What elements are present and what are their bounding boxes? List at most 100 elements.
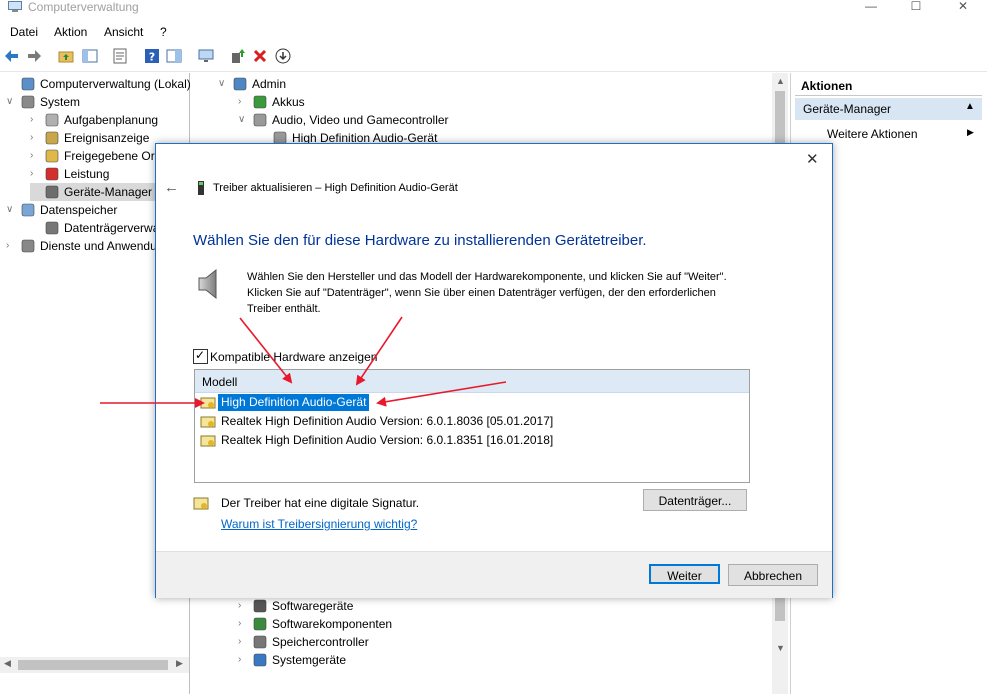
dialog-close-icon[interactable]: ✕ [806,150,819,168]
tree-item-label: Akkus [272,95,305,109]
tree-item-label: Aufgabenplanung [64,113,159,127]
expand-down-icon[interactable]: ∨ [6,204,13,215]
tree-item-label: Datenspeicher [40,203,118,217]
checkmark-icon: ✓ [195,348,206,362]
compatible-hardware-label[interactable]: Kompatible Hardware anzeigen [210,350,377,364]
expand-right-icon[interactable]: › [238,600,241,611]
scroll-up-icon[interactable]: ▲ [776,76,785,86]
model-list-item[interactable]: Realtek High Definition Audio Version: 6… [200,432,740,450]
tree-item[interactable]: › Systemgeräte [238,651,346,669]
model-list-item-label: High Definition Audio-Gerät [216,393,371,412]
toolbar: ? [0,43,987,72]
tree-item-label: Leistung [64,167,110,181]
tree-item[interactable]: Geräte-Manager [30,183,157,201]
expand-right-icon[interactable]: › [30,168,33,179]
scroll-down-icon[interactable]: ▼ [776,643,785,653]
clock-icon [44,112,60,128]
properties-icon[interactable] [112,48,128,64]
tree-item-label: Ereignisanzeige [64,131,150,145]
menu-help[interactable]: ? [160,25,167,39]
actions-section-device-manager[interactable]: Geräte-Manager ▲ [795,98,982,120]
expand-right-icon[interactable]: › [30,150,33,161]
back-arrow-icon[interactable]: ← [164,179,179,196]
software-component-icon [252,616,268,632]
model-column-header[interactable]: Modell [195,370,749,393]
expand-down-icon[interactable]: ∨ [218,78,225,89]
window-title: Computerverwaltung [28,0,139,14]
back-icon[interactable] [4,48,20,64]
forward-icon[interactable] [26,48,42,64]
tree-item-label: Audio, Video und Gamecontroller [272,113,449,127]
left-horizontal-scrollbar[interactable]: ◀ ▶ [0,657,189,673]
folder-up-icon[interactable] [58,48,74,64]
menu-ansicht[interactable]: Ansicht [104,25,143,39]
tree-item[interactable]: › Softwaregeräte [238,597,353,615]
tree-item[interactable]: › Leistung [30,165,109,183]
close-icon[interactable]: ✕ [940,0,986,16]
tree-item-label: Systemgeräte [272,653,347,667]
tree-item[interactable]: ∨ Audio, Video und Gamecontroller [238,111,449,129]
scrollbar-thumb[interactable] [18,660,168,670]
tree-item[interactable]: ∨ System [6,93,80,111]
help-icon[interactable]: ? [144,48,160,64]
expand-right-icon[interactable]: › [6,240,9,251]
expand-right-icon[interactable]: › [30,114,33,125]
model-listbox[interactable]: Modell High Definition Audio-Gerät Realte… [194,369,750,483]
uninstall-icon[interactable] [252,48,268,64]
signature-text: Der Treiber hat eine digitale Signatur. [221,496,420,510]
tree-item[interactable]: › Softwarekomponenten [238,615,392,633]
cancel-button[interactable]: Abbrechen [728,564,818,586]
monitor-icon[interactable] [198,48,214,64]
performance-icon [44,166,60,182]
model-list-item[interactable]: High Definition Audio-Gerät [200,393,740,412]
expand-right-icon[interactable]: › [30,132,33,143]
tree-item-label: Geräte-Manager [64,185,153,199]
submenu-arrow-icon: ▶ [967,127,974,137]
disk-button[interactable]: Datenträger... [643,489,747,511]
actions-header: Aktionen [795,75,982,96]
show-hide-tree-icon[interactable] [82,48,98,64]
signature-info-link[interactable]: Warum ist Treibersignierung wichtig? [221,517,417,531]
tree-item[interactable]: › Akkus [238,93,305,111]
expand-down-icon[interactable]: ∨ [6,96,13,107]
tree-item[interactable]: › Aufgabenplanung [30,111,158,129]
down-arrow-icon[interactable] [275,48,291,64]
tree-item[interactable]: › Speichercontroller [238,633,369,651]
tree-item[interactable]: › Ereignisanzeige [30,129,149,147]
expand-right-icon[interactable]: › [238,636,241,647]
expand-right-icon[interactable]: › [238,96,241,107]
svg-text:?: ? [149,51,155,64]
expand-right-icon[interactable]: › [238,618,241,629]
update-driver-icon[interactable] [230,48,246,64]
tree-item[interactable]: ∨ Admin [218,75,286,93]
dialog-title: Treiber aktualisieren – High Definition … [213,182,458,194]
compatible-hardware-checkbox[interactable]: ✓ [193,348,208,364]
menu-datei[interactable]: Datei [10,25,38,39]
tree-item[interactable]: Computerverwaltung (Lokal) [6,75,191,93]
model-list-item[interactable]: Realtek High Definition Audio Version: 6… [200,413,740,431]
software-device-icon [252,598,268,614]
tree-item-label: Softwarekomponenten [272,617,393,631]
help-pane-icon[interactable] [166,48,182,64]
next-button[interactable]: Weiter [649,564,720,584]
tree-item[interactable]: ∨ Datenspeicher [6,201,117,219]
storage-controller-icon [252,634,268,650]
event-viewer-icon [44,130,60,146]
more-actions-item[interactable]: Weitere Aktionen ▶ [795,123,982,143]
device-icon [198,181,204,195]
tree-item-label: Speichercontroller [272,635,369,649]
computer-icon [232,76,248,92]
driver-package-icon [200,433,216,449]
scroll-right-icon[interactable]: ▶ [176,658,183,669]
collapse-up-icon[interactable]: ▲ [965,101,975,112]
dialog-description: Wählen Sie den Hersteller und das Modell… [247,271,727,315]
system-device-icon [252,652,268,668]
expand-down-icon[interactable]: ∨ [238,114,245,125]
actions-header-label: Aktionen [801,79,853,93]
expand-right-icon[interactable]: › [238,654,241,665]
scroll-left-icon[interactable]: ◀ [4,658,11,669]
minimize-icon[interactable]: — [848,0,894,16]
signed-driver-icon [193,497,209,510]
menu-aktion[interactable]: Aktion [54,25,87,39]
maximize-icon[interactable]: ☐ [893,0,939,16]
